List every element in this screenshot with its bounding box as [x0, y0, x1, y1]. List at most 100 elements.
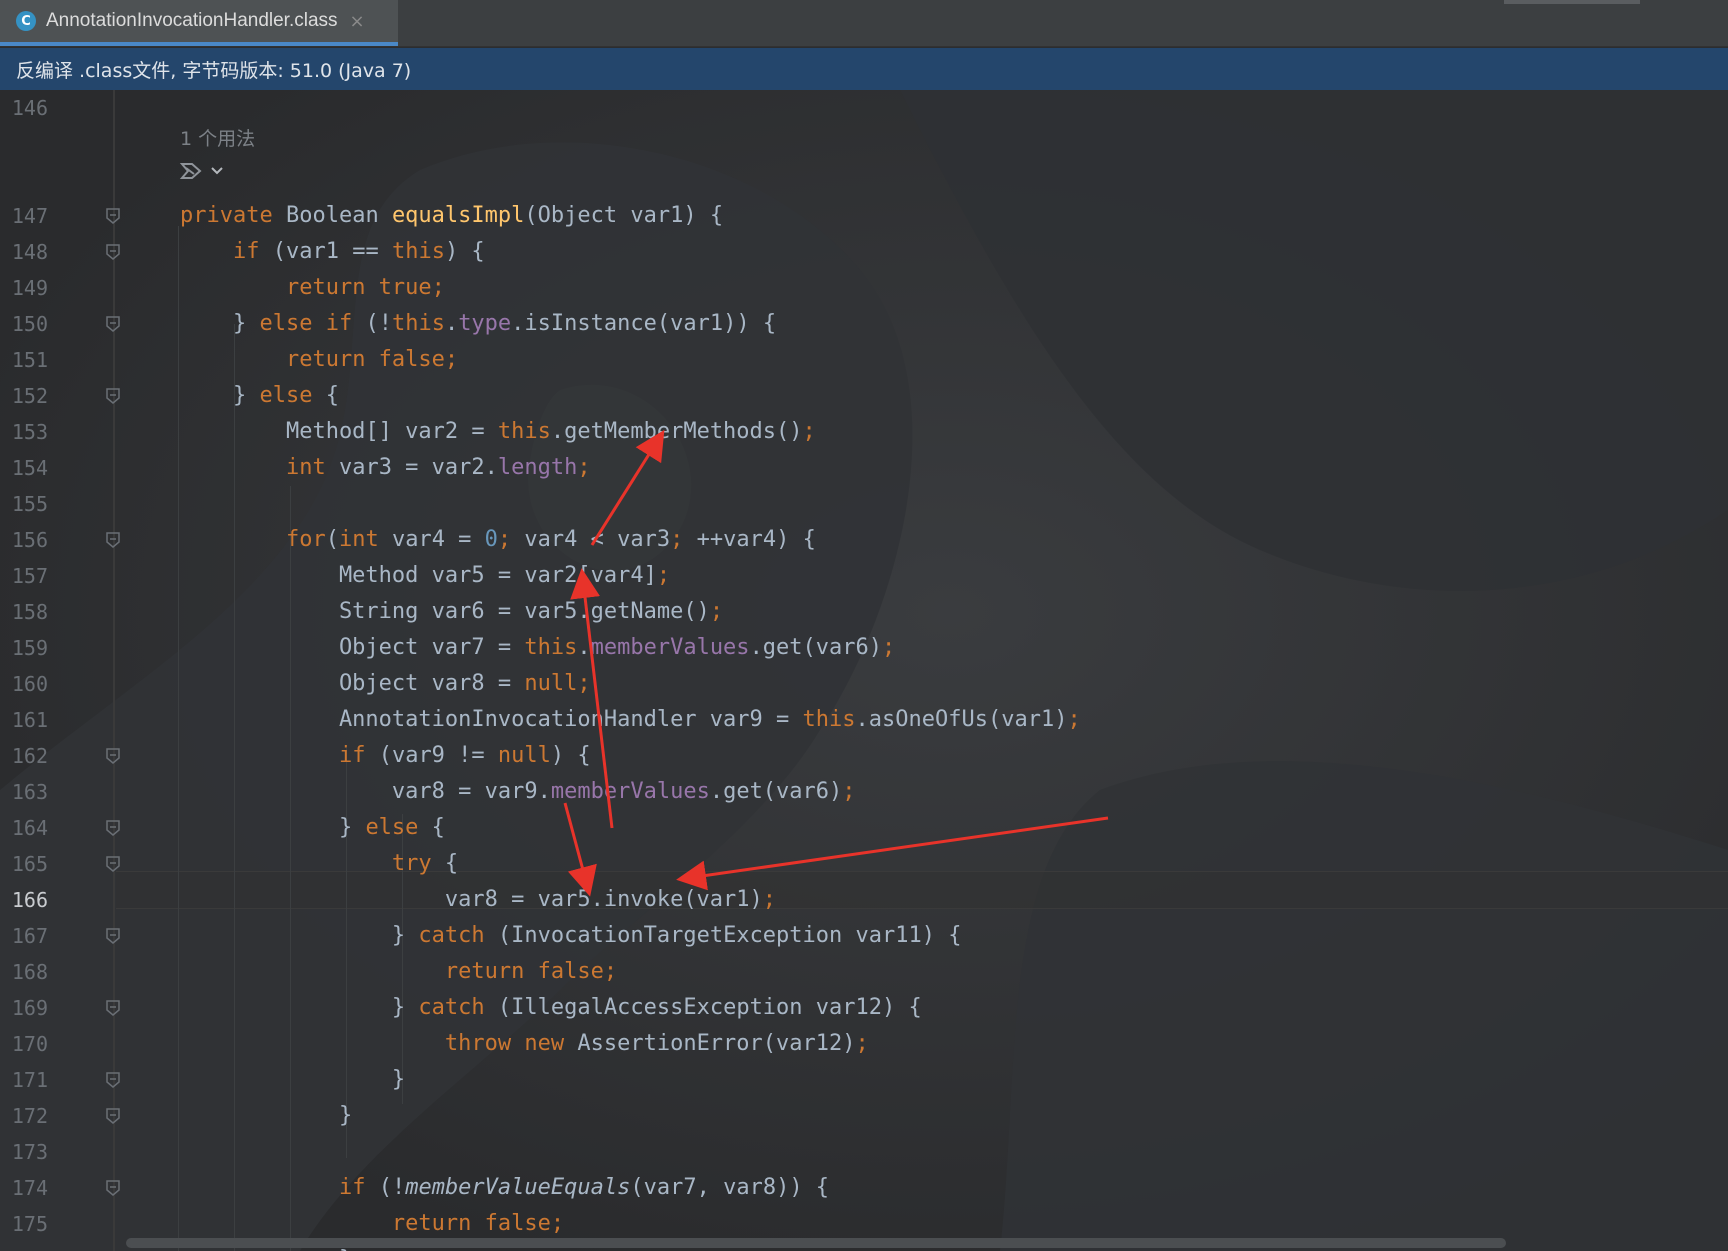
- fold-marker-icon[interactable]: [106, 244, 120, 260]
- code-line[interactable]: }: [180, 1098, 352, 1134]
- line-number[interactable]: 159: [0, 630, 48, 666]
- fold-marker-icon[interactable]: [106, 208, 120, 224]
- inlay-actions[interactable]: [178, 160, 224, 182]
- line-number[interactable]: 172: [0, 1098, 48, 1134]
- line-number[interactable]: 164: [0, 810, 48, 846]
- code-token: int: [338, 527, 392, 552]
- code-token: catch: [418, 923, 498, 948]
- code-line[interactable]: if (!memberValueEquals(var7, var8)) {: [180, 1170, 829, 1206]
- code-line[interactable]: } catch (IllegalAccessException var12) {: [180, 990, 922, 1026]
- code-token: }: [180, 995, 419, 1020]
- line-number[interactable]: 156: [0, 522, 48, 558]
- code-line[interactable]: } catch (InvocationTargetException var11…: [180, 918, 962, 954]
- code-line[interactable]: var8 = var5.invoke(var1);: [180, 882, 776, 918]
- code-token: return false;: [391, 1211, 565, 1236]
- code-token: int: [285, 455, 339, 480]
- code-line[interactable]: Object var7 = this.memberValues.get(var6…: [180, 630, 895, 666]
- fold-marker-icon[interactable]: [106, 820, 120, 836]
- line-number[interactable]: 176: [0, 1242, 48, 1251]
- code-token: memberValues: [590, 635, 750, 660]
- code-token: .get(var6): [709, 779, 843, 804]
- line-number[interactable]: 161: [0, 702, 48, 738]
- code-token: AnnotationInvocationHandler var9 =: [180, 707, 803, 732]
- line-number[interactable]: 155: [0, 486, 48, 522]
- horizontal-scrollbar[interactable]: [126, 1238, 1506, 1248]
- code-token: if: [338, 1175, 379, 1200]
- code-line[interactable]: if (var9 != null) {: [180, 738, 591, 774]
- code-line[interactable]: return false;: [180, 954, 617, 990]
- code-line[interactable]: } else {: [180, 810, 445, 846]
- code-token: Object var8 =: [180, 671, 525, 696]
- line-number[interactable]: 158: [0, 594, 48, 630]
- code-token: Method var5 = var2[var4]: [180, 563, 657, 588]
- line-number[interactable]: 173: [0, 1134, 48, 1170]
- code-line[interactable]: for(int var4 = 0; var4 < var3; ++var4) {: [180, 522, 816, 558]
- code-editor[interactable]: 1 个用法 146 147 private Boolean equalsImpl(O…: [0, 90, 1728, 1251]
- line-number[interactable]: 146: [0, 90, 48, 126]
- code-token: (!: [378, 1175, 406, 1200]
- code-line[interactable]: Method var5 = var2[var4];: [180, 558, 670, 594]
- code-line[interactable]: } else if (!this.type.isInstance(var1)) …: [180, 306, 776, 342]
- code-line[interactable]: } else {: [180, 378, 339, 414]
- line-number[interactable]: 174: [0, 1170, 48, 1206]
- code-line[interactable]: private Boolean equalsImpl(Object var1) …: [180, 198, 723, 234]
- code-line[interactable]: String var6 = var5.getName();: [180, 594, 723, 630]
- line-number[interactable]: 170: [0, 1026, 48, 1062]
- code-line[interactable]: int var3 = var2.length;: [180, 450, 591, 486]
- line-number[interactable]: 165: [0, 846, 48, 882]
- code-line[interactable]: throw new AssertionError(var12);: [180, 1026, 869, 1062]
- line-number[interactable]: 147: [0, 198, 48, 234]
- code-token: ;: [709, 599, 724, 624]
- close-icon[interactable]: ×: [350, 11, 365, 32]
- fold-marker-icon[interactable]: [106, 928, 120, 944]
- code-line[interactable]: return false;: [180, 342, 458, 378]
- code-line[interactable]: Method[] var2 = this.getMemberMethods();: [180, 414, 816, 450]
- code-token: }: [180, 923, 419, 948]
- fold-marker-icon[interactable]: [106, 1000, 120, 1016]
- line-number[interactable]: 152: [0, 378, 48, 414]
- line-number[interactable]: 157: [0, 558, 48, 594]
- banner-text: 反编译 .class文件, 字节码版本: 51.0 (Java 7): [16, 59, 412, 82]
- line-number[interactable]: 150: [0, 306, 48, 342]
- code-line[interactable]: var8 = var9.memberValues.get(var6);: [180, 774, 856, 810]
- code-token: try: [391, 851, 445, 876]
- line-number[interactable]: 169: [0, 990, 48, 1026]
- fold-marker-icon[interactable]: [106, 532, 120, 548]
- fold-marker-icon[interactable]: [106, 1180, 120, 1196]
- line-number[interactable]: 171: [0, 1062, 48, 1098]
- code-token: (: [325, 527, 339, 552]
- code-line[interactable]: AnnotationInvocationHandler var9 = this.…: [180, 702, 1081, 738]
- fold-marker-icon[interactable]: [106, 1072, 120, 1088]
- code-token: memberValueEquals: [405, 1175, 631, 1200]
- code-line[interactable]: Object var8 = null;: [180, 666, 591, 702]
- line-number[interactable]: 151: [0, 342, 48, 378]
- code-token: return false;: [285, 347, 459, 372]
- fold-marker-icon[interactable]: [106, 1108, 120, 1124]
- fold-marker-icon[interactable]: [106, 316, 120, 332]
- code-line[interactable]: return false;: [180, 1206, 564, 1242]
- usages-hint[interactable]: 1 个用法: [180, 124, 255, 151]
- line-number[interactable]: 167: [0, 918, 48, 954]
- code-line[interactable]: return true;: [180, 270, 445, 306]
- fold-marker-icon[interactable]: [106, 856, 120, 872]
- code-token: ;: [577, 455, 591, 480]
- code-token: Boolean: [285, 203, 392, 228]
- line-number[interactable]: 148: [0, 234, 48, 270]
- line-number[interactable]: 153: [0, 414, 48, 450]
- line-number[interactable]: 175: [0, 1206, 48, 1242]
- line-number[interactable]: 166: [0, 882, 48, 918]
- fold-marker-icon[interactable]: [106, 748, 120, 764]
- line-number[interactable]: 163: [0, 774, 48, 810]
- line-number[interactable]: 162: [0, 738, 48, 774]
- line-number[interactable]: 168: [0, 954, 48, 990]
- line-number[interactable]: 160: [0, 666, 48, 702]
- fold-marker-icon[interactable]: [106, 388, 120, 404]
- code-line[interactable]: }: [180, 1062, 405, 1098]
- tab-annotation-invocation-handler[interactable]: C AnnotationInvocationHandler.class ×: [0, 0, 398, 46]
- code-line[interactable]: if (var1 == this) {: [180, 234, 485, 270]
- code-line[interactable]: try {: [180, 846, 458, 882]
- line-number[interactable]: 154: [0, 450, 48, 486]
- line-number[interactable]: 149: [0, 270, 48, 306]
